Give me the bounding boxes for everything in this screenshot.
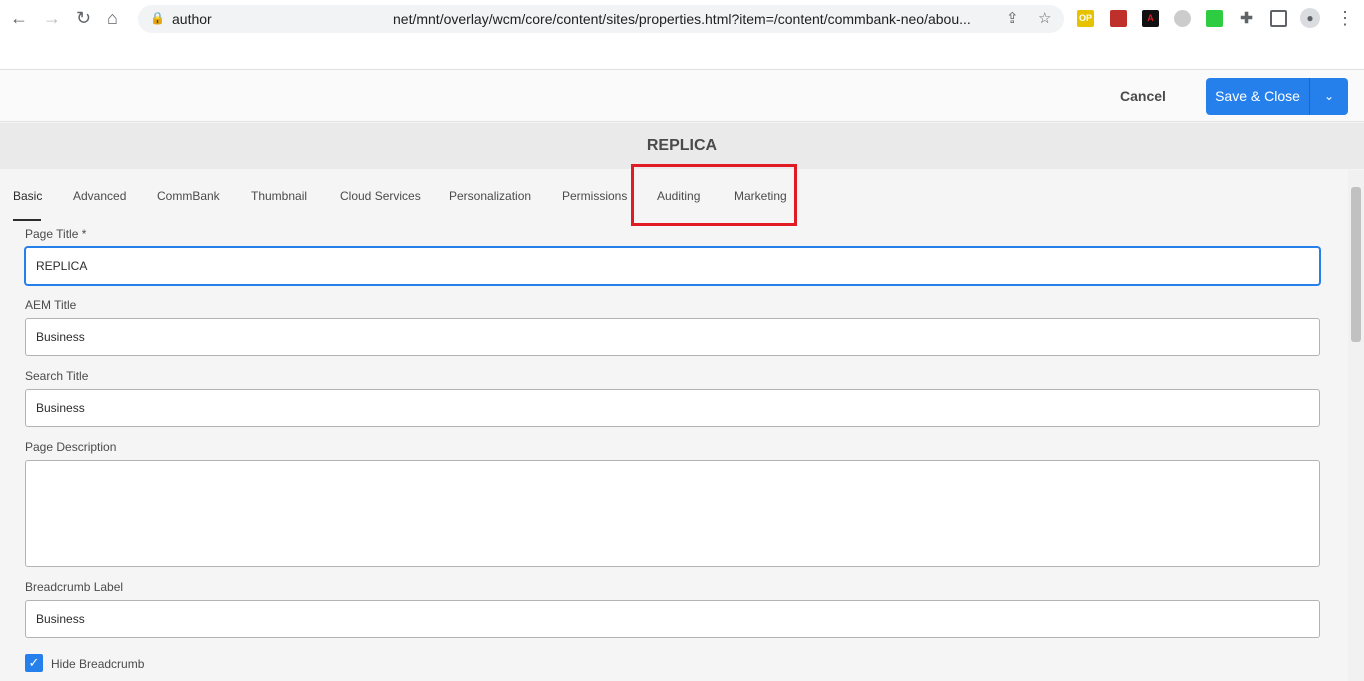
extension-op-icon[interactable]: OP <box>1077 10 1094 27</box>
tab-cloud-services[interactable]: Cloud Services <box>340 189 421 203</box>
star-icon[interactable]: ☆ <box>1038 9 1051 27</box>
action-toolbar: Cancel Save & Close ⌄ <box>0 70 1364 122</box>
aem-title-label: AEM Title <box>25 298 77 312</box>
tab-thumbnail[interactable]: Thumbnail <box>251 189 307 203</box>
menu-icon[interactable]: ⋮ <box>1336 8 1354 29</box>
url-host: author <box>172 11 212 27</box>
page-title: REPLICA <box>0 123 1364 169</box>
tab-advanced[interactable]: Advanced <box>73 189 126 203</box>
back-icon[interactable]: ← <box>10 8 28 29</box>
extension-red-icon[interactable] <box>1110 10 1127 27</box>
tab-basic[interactable]: Basic <box>13 189 42 221</box>
reload-icon[interactable]: ↻ <box>76 8 91 29</box>
search-title-input[interactable]: Business <box>25 389 1320 427</box>
page-title-input[interactable]: REPLICA <box>25 247 1320 285</box>
home-icon[interactable]: ⌂ <box>107 8 118 29</box>
profile-icon[interactable]: ● <box>1300 8 1320 28</box>
hide-breadcrumb-label: Hide Breadcrumb <box>51 657 145 671</box>
extension-adobe-icon[interactable]: A <box>1142 10 1159 27</box>
browser-chrome: ← → ↻ ⌂ 🔒 author net/mnt/overlay/wcm/cor… <box>0 0 1364 70</box>
tab-commbank[interactable]: CommBank <box>157 189 220 203</box>
highlight-box <box>631 164 797 226</box>
sidepanel-icon[interactable] <box>1270 10 1287 27</box>
save-close-button[interactable]: Save & Close ⌄ <box>1206 78 1348 115</box>
tab-personalization[interactable]: Personalization <box>449 189 531 203</box>
page-title-label: Page Title * <box>25 227 87 241</box>
chevron-down-icon[interactable]: ⌄ <box>1310 78 1348 115</box>
search-title-label: Search Title <box>25 369 89 383</box>
cancel-button[interactable]: Cancel <box>1120 88 1166 104</box>
puzzle-icon[interactable]: ✚ <box>1238 10 1255 27</box>
breadcrumb-label-label: Breadcrumb Label <box>25 580 124 594</box>
page-description-textarea[interactable] <box>25 460 1320 567</box>
address-bar[interactable]: 🔒 author net/mnt/overlay/wcm/core/conten… <box>138 5 1064 33</box>
hide-breadcrumb-checkbox[interactable]: ✓ <box>25 654 43 672</box>
breadcrumb-label-input[interactable]: Business <box>25 600 1320 638</box>
url-path: net/mnt/overlay/wcm/core/content/sites/p… <box>393 11 971 27</box>
scrollbar[interactable] <box>1348 170 1364 681</box>
page-description-label: Page Description <box>25 440 117 454</box>
lock-icon: 🔒 <box>150 11 165 25</box>
forward-icon[interactable]: → <box>43 8 61 29</box>
share-icon[interactable]: ⇪ <box>1006 9 1019 27</box>
extension-green-icon[interactable] <box>1206 10 1223 27</box>
aem-title-input[interactable]: Business <box>25 318 1320 356</box>
tab-permissions[interactable]: Permissions <box>562 189 627 203</box>
scrollbar-thumb[interactable] <box>1351 187 1361 342</box>
save-close-label[interactable]: Save & Close <box>1206 78 1310 115</box>
extension-grey-icon[interactable] <box>1174 10 1191 27</box>
